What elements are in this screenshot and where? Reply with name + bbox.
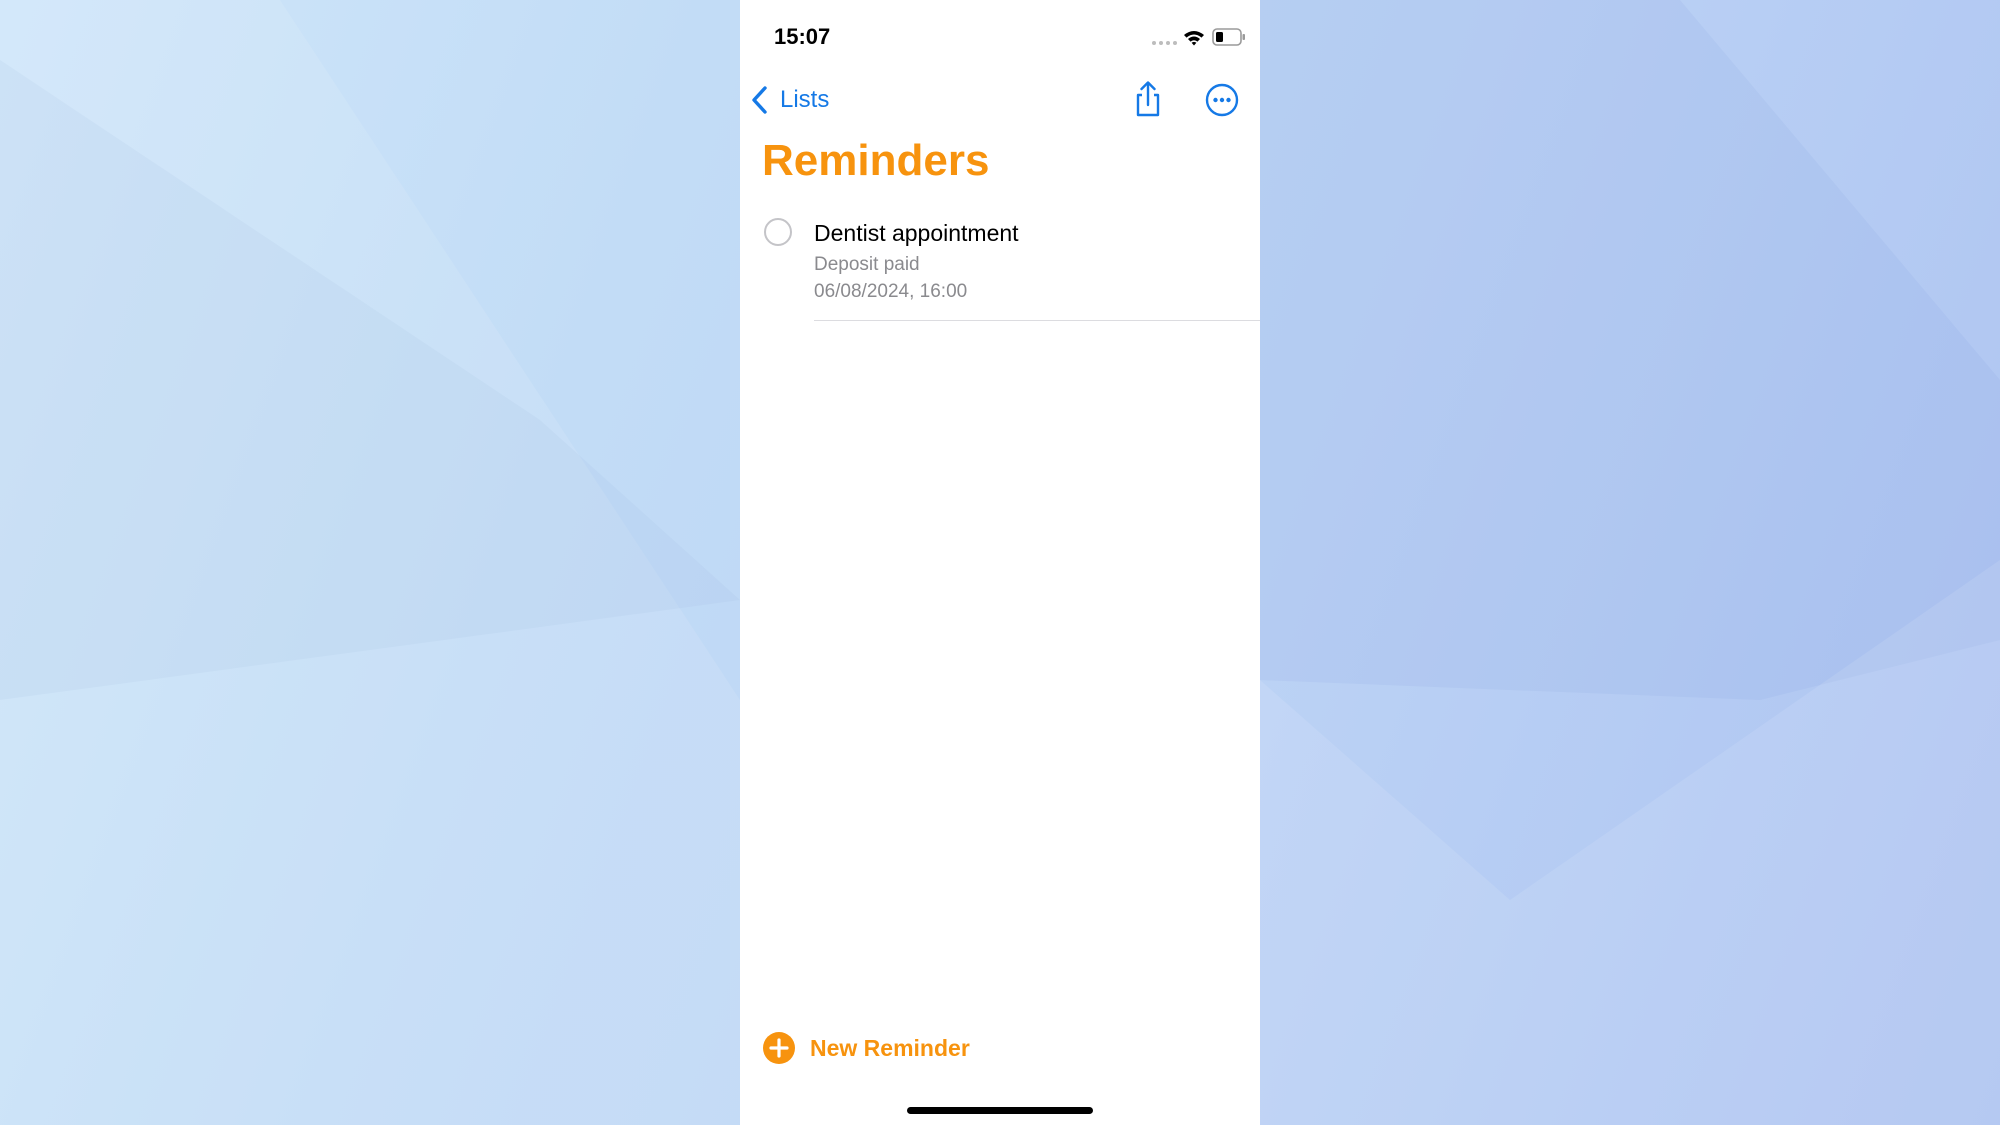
row-divider <box>814 320 1260 321</box>
page-title: Reminders <box>762 136 990 185</box>
back-button[interactable]: Lists <box>750 80 829 120</box>
status-bar: 15:07 <box>740 0 1260 70</box>
navigation-bar: Lists <box>740 70 1260 130</box>
new-reminder-label: New Reminder <box>810 1034 970 1061</box>
wifi-icon <box>1184 31 1204 46</box>
phone-screen: 15:07 Lists Reminders Dentist appointmen… <box>740 0 1260 1125</box>
back-label: Lists <box>780 86 830 113</box>
ellipsis-circle-icon <box>1205 83 1239 117</box>
new-reminder-button[interactable]: New Reminder <box>762 1030 970 1066</box>
reminder-item[interactable]: Dentist appointment Deposit paid 06/08/2… <box>740 212 1260 322</box>
plus-circle-icon <box>763 1032 795 1064</box>
chevron-left-icon <box>752 86 767 114</box>
status-time: 15:07 <box>774 24 831 49</box>
reminder-date: 06/08/2024, 16:00 <box>814 281 968 302</box>
reminder-title[interactable]: Dentist appointment <box>814 220 1019 247</box>
signal-icon <box>1152 41 1177 45</box>
reminder-notes: Deposit paid <box>814 254 920 275</box>
reminder-complete-checkbox[interactable] <box>764 218 792 246</box>
share-icon <box>1136 81 1160 117</box>
home-indicator[interactable] <box>907 1107 1093 1114</box>
battery-icon <box>1212 28 1245 46</box>
share-button[interactable] <box>1128 80 1168 120</box>
more-options-button[interactable] <box>1202 80 1242 120</box>
